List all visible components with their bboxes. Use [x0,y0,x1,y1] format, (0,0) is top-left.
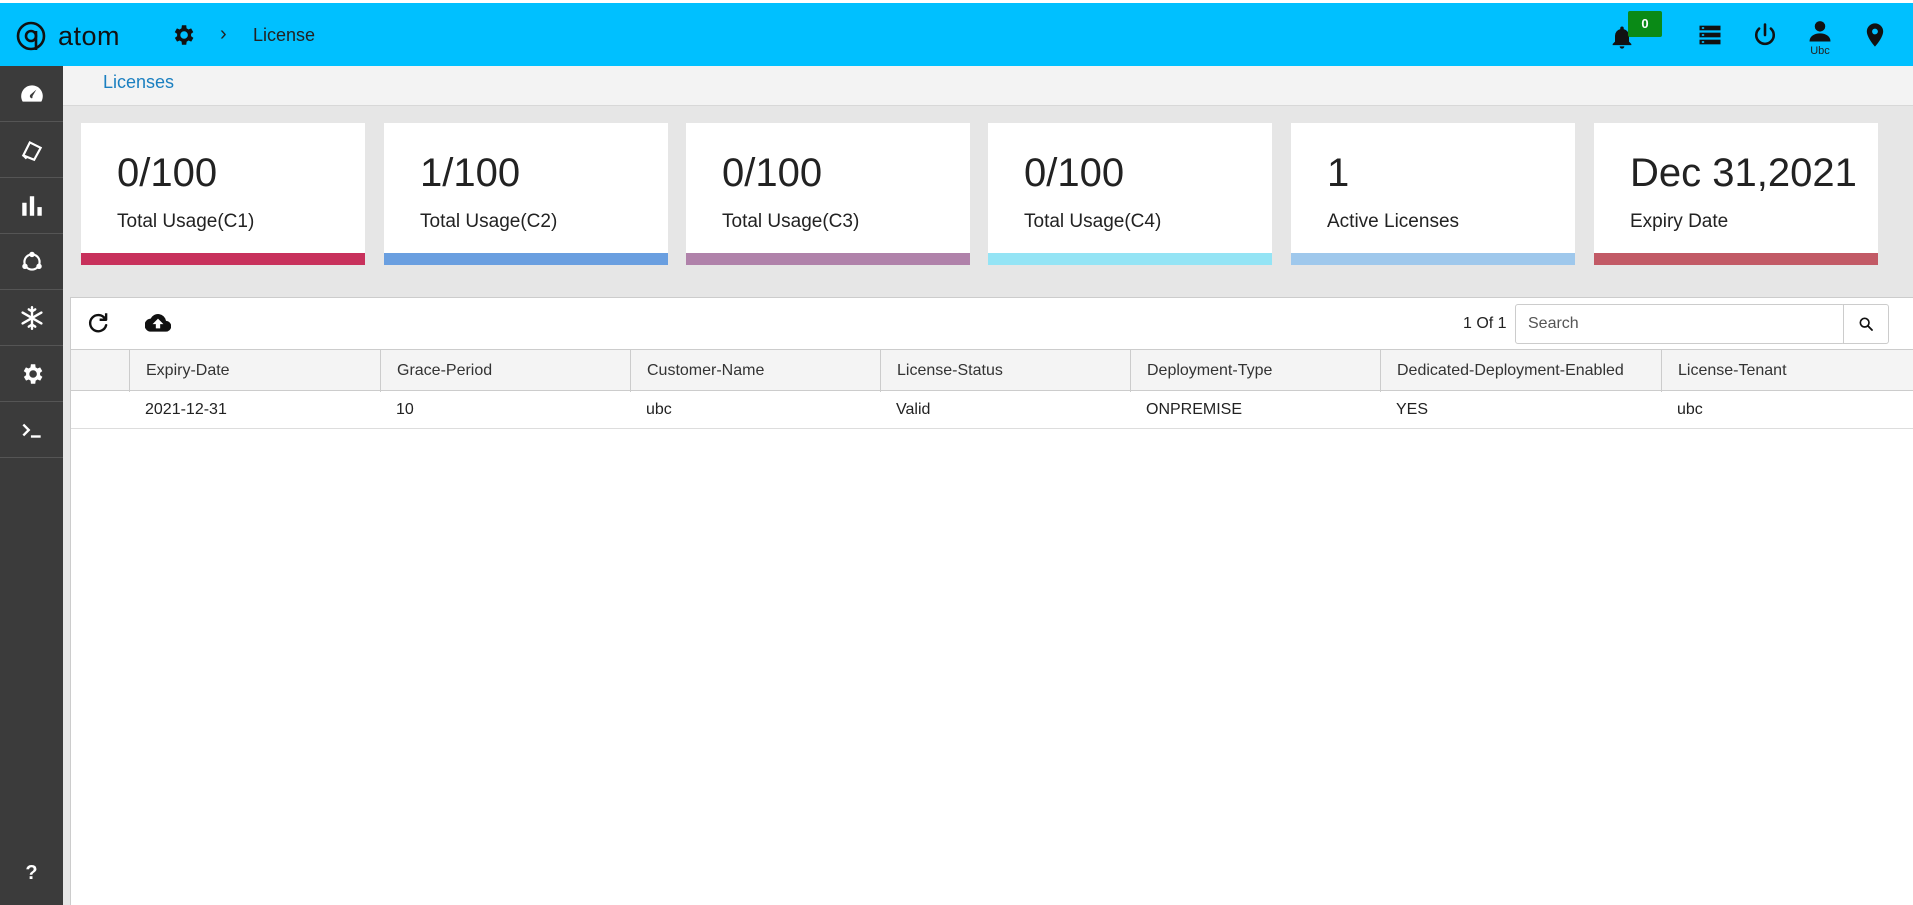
card-color-bar [1594,253,1878,265]
card-color-bar [81,253,365,265]
card-color-bar [1291,253,1575,265]
card-value: 0/100 [1024,151,1125,195]
column-header-dedicated-deployment-enabled[interactable]: Dedicated-Deployment-Enabled [1380,350,1661,392]
column-header-expiry-date[interactable]: Expiry-Date [129,350,380,392]
card-value: 1 [1327,151,1350,195]
usage-card-c1: 0/100 Total Usage(C1) [81,123,365,265]
card-label: Total Usage(C4) [1024,211,1162,232]
app-logo[interactable]: atom [14,19,120,53]
cell-license-status: Valid [896,401,931,418]
sidebar-item-snowflake[interactable] [0,290,63,346]
card-value: 0/100 [117,151,218,195]
sidebar-item-devices[interactable] [0,122,63,178]
tab-licenses[interactable]: Licenses [103,72,174,93]
card-color-bar [686,253,970,265]
dashboard-icon [20,84,43,102]
column-header-deployment-type[interactable]: Deployment-Type [1130,350,1380,392]
search-button[interactable] [1843,304,1889,344]
cell-customer-name: ubc [646,401,672,418]
breadcrumb-chevron-icon: › [220,23,227,45]
location-pin-icon[interactable] [1861,21,1889,49]
user-icon[interactable] [1806,17,1834,45]
logo-text: atom [58,20,121,51]
column-header-license-status[interactable]: License-Status [880,350,1130,392]
settings-gear-icon[interactable] [170,22,196,48]
top-bar: atom › License 0 Ubc [0,0,1913,66]
atom-logo-icon [16,21,46,51]
card-color-bar [988,253,1272,265]
power-icon[interactable] [1751,21,1779,49]
search-box [1515,304,1845,344]
column-header-customer-name[interactable]: Customer-Name [630,350,880,392]
sidebar-item-terminal[interactable] [0,402,63,458]
cell-expiry-date: 2021-12-31 [145,401,227,418]
usage-card-c3: 0/100 Total Usage(C3) [686,123,970,265]
card-value: Dec 31,2021 [1630,151,1857,195]
snowflake-icon [20,305,43,330]
card-label: Total Usage(C3) [722,211,860,232]
cloud-upload-icon[interactable] [145,310,171,336]
sidebar: ? [0,66,63,905]
sidebar-item-analytics[interactable] [0,178,63,234]
cell-license-tenant: ubc [1677,401,1703,418]
sidebar-item-settings[interactable] [0,346,63,402]
usage-card-c4: 0/100 Total Usage(C4) [988,123,1272,265]
settings-icon [23,363,42,384]
sidebar-item-dashboard[interactable] [0,66,63,122]
help-icon[interactable]: ? [0,855,63,891]
card-label: Expiry Date [1630,211,1729,232]
terminal-icon [21,423,41,438]
column-header-license-tenant[interactable]: License-Tenant [1661,350,1913,392]
cell-dedicated-deployment-enabled: YES [1396,401,1429,418]
usage-card-c2: 1/100 Total Usage(C2) [384,123,668,265]
cell-grace-period: 10 [396,401,414,418]
search-input[interactable] [1516,305,1844,343]
card-label: Total Usage(C1) [117,211,255,232]
sidebar-item-topology[interactable] [0,234,63,290]
topology-icon [21,251,42,271]
pagination-info: 1 Of 1 [1463,315,1507,332]
breadcrumb-current: License [253,25,316,45]
devices-icon [21,140,42,161]
refresh-icon[interactable] [85,310,111,336]
active-licenses-card: 1 Active Licenses [1291,123,1575,265]
bar-chart-icon [21,195,42,216]
search-icon [1859,317,1873,331]
column-header-grace-period[interactable]: Grace-Period [380,350,630,392]
sub-header: Licenses [63,66,1913,106]
card-label: Total Usage(C2) [420,211,558,232]
card-label: Active Licenses [1327,211,1460,232]
user-name-label: Ubc [1810,45,1830,57]
cell-deployment-type: ONPREMISE [1146,401,1243,418]
card-color-bar [384,253,668,265]
table-header: Expiry-Date Grace-Period Customer-Name L… [71,349,1913,392]
license-table-panel: 1 Of 1 Expiry-Date Grace-Period Customer… [70,297,1913,905]
notification-badge: 0 [1628,11,1662,37]
expiry-date-card: Dec 31,2021 Expiry Date [1594,123,1878,265]
card-value: 0/100 [722,151,823,195]
card-value: 1/100 [420,151,521,195]
table-row[interactable]: 2021-12-31 10 ubc Valid ONPREMISE YES ub… [71,391,1913,429]
server-list-icon[interactable] [1696,21,1724,49]
